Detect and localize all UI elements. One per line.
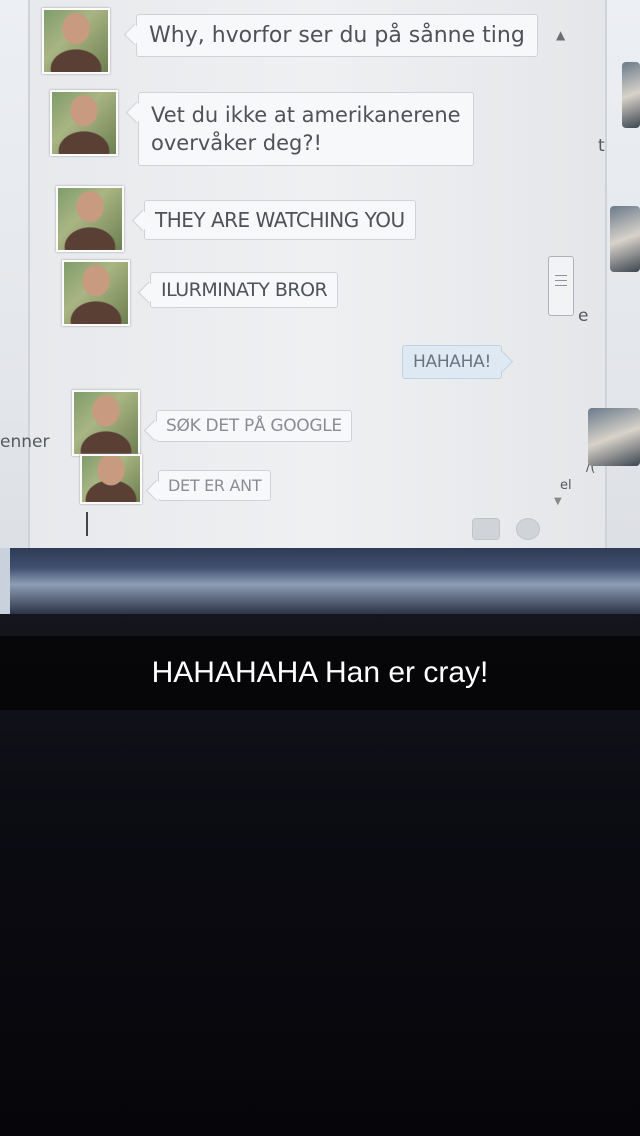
chat-scrollbar[interactable]: ▲ ▼ (548, 20, 580, 530)
message-bubble: Why, hvorfor ser du på sånne ting (123, 14, 538, 57)
friend-avatar[interactable] (42, 8, 110, 74)
message-input-cursor[interactable] (86, 512, 88, 536)
emoji-icon[interactable] (516, 518, 540, 540)
scroll-down-arrow-icon[interactable]: ▼ (554, 496, 562, 507)
friend-avatar[interactable] (50, 90, 118, 156)
friend-avatar[interactable] (62, 260, 130, 326)
message-bubble: THEY ARE WATCHING YOU (131, 200, 416, 240)
message-text: SØK DET PÅ GOOGLE (166, 416, 342, 436)
message-text-line: overvåker deg?! (151, 131, 322, 155)
friend-avatar[interactable] (56, 186, 124, 252)
message-bubble: DET ER ANT (145, 470, 272, 502)
sidebar-text-fragment: enner (0, 432, 50, 452)
message-text: HAHAHA! (413, 352, 491, 372)
message-text: ILURMINATY BROR (161, 279, 328, 301)
monitor-screen: Why, hvorfor ser du på sånne ting Vet du… (0, 0, 640, 640)
message-text: Why, hvorfor ser du på sånne ting (149, 23, 525, 48)
message-text: DET ER ANT (168, 476, 262, 495)
my-message-bubble: HAHAHA! (402, 345, 514, 379)
friend-avatar[interactable] (80, 454, 142, 504)
message-bubble: SØK DET PÅ GOOGLE (143, 410, 352, 442)
contact-thumbnail[interactable] (610, 206, 640, 272)
taskbar-edge (0, 548, 10, 614)
contact-thumbnail[interactable] (622, 62, 640, 128)
message-bubble: ILURMINATY BROR (137, 272, 339, 308)
snap-caption: HAHAHAHA Han er cray! (151, 656, 489, 689)
sidebar-text-fragment: t (598, 136, 605, 156)
sidebar-text-fragment: e (578, 306, 589, 326)
taskbar (0, 548, 640, 614)
sidebar-text-fragment: el (560, 478, 572, 493)
snap-caption-bar: HAHAHAHA Han er cray! (0, 636, 640, 710)
friend-avatar[interactable] (72, 390, 140, 456)
message-text-line: Vet du ikke at amerikanerene (151, 103, 461, 127)
scroll-up-arrow-icon[interactable]: ▲ (556, 28, 565, 42)
message-text: THEY ARE WATCHING YOU (155, 208, 405, 232)
contact-thumbnail[interactable] (588, 408, 640, 466)
message-bubble: Vet du ikke at amerikanerene overvåker d… (125, 92, 474, 166)
camera-icon[interactable] (472, 518, 500, 540)
scroll-thumb[interactable] (548, 256, 574, 316)
